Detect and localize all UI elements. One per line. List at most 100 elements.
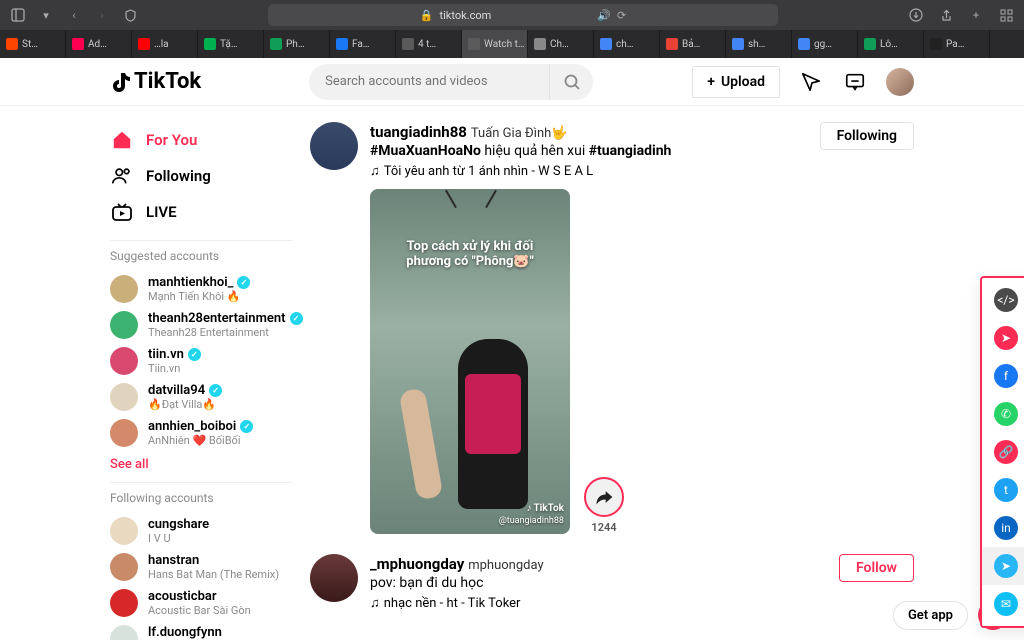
tabs-grid-icon[interactable] [996, 5, 1016, 25]
browser-tab[interactable]: Fa… [330, 30, 396, 58]
url-text: tiktok.com [440, 9, 492, 22]
share-option-icon: </> [994, 288, 1018, 312]
share-count: 1244 [591, 521, 616, 534]
browser-tab[interactable]: …la [132, 30, 198, 58]
share-button[interactable] [584, 477, 624, 517]
share-option[interactable]: inShare to LinkedIn [982, 509, 1024, 547]
address-bar[interactable]: 🔒 tiktok.com 🔊 ⟳ [268, 4, 778, 26]
watermark-logo: ♪ TikTok [526, 503, 564, 514]
browser-tab[interactable]: Tặ… [198, 30, 264, 58]
account-row[interactable]: acousticbarAcoustic Bar Sài Gòn [110, 585, 310, 621]
tab-label: Pa… [946, 39, 964, 50]
account-row[interactable]: theanh28entertainment✓Theanh28 Entertain… [110, 307, 310, 343]
account-username: tiin.vn✓ [148, 347, 201, 362]
search-button[interactable] [549, 64, 593, 100]
share-option[interactable]: ➤Send to friends [982, 319, 1024, 357]
browser-tab[interactable]: St… [0, 30, 66, 58]
post-username[interactable]: _mphuongday [370, 555, 464, 573]
reload-icon[interactable]: ⟳ [617, 9, 626, 22]
profile-avatar[interactable] [886, 68, 914, 96]
inbox-icon[interactable] [842, 69, 868, 95]
logo-text: TikTok [134, 69, 201, 94]
favicon [930, 38, 942, 50]
verified-badge-icon: ✓ [240, 420, 253, 433]
favicon [72, 38, 84, 50]
browser-toolbar: ▾ ‹ › 🔒 tiktok.com 🔊 ⟳ + [0, 0, 1024, 30]
share-option-icon: ✉ [994, 592, 1018, 616]
share-option[interactable]: fShare to Facebook [982, 357, 1024, 395]
browser-tab[interactable]: gg… [792, 30, 858, 58]
favicon [666, 38, 678, 50]
nav-following[interactable]: Following [110, 158, 310, 194]
share-option[interactable]: </>Embed [982, 281, 1024, 319]
share-option[interactable]: 🔗Copy link [982, 433, 1024, 471]
tab-label: 4 t… [418, 39, 436, 50]
account-row[interactable]: datvilla94✓🔥Đạt Villa🔥 [110, 379, 310, 415]
nav-for-you[interactable]: For You [110, 122, 310, 158]
messages-icon[interactable] [798, 69, 824, 95]
favicon [534, 38, 546, 50]
download-icon[interactable] [906, 5, 926, 25]
account-avatar [110, 347, 138, 375]
browser-tab[interactable]: ch… [594, 30, 660, 58]
account-row[interactable]: tiin.vn✓Tiin.vn [110, 343, 310, 379]
browser-tab[interactable]: Bả… [660, 30, 726, 58]
browser-tab[interactable]: Ch… [528, 30, 594, 58]
account-username: datvilla94✓ [148, 383, 222, 398]
browser-tab[interactable]: sh… [726, 30, 792, 58]
account-avatar [110, 517, 138, 545]
account-username: hanstran [148, 553, 279, 568]
browser-tab[interactable]: Watch t… [462, 30, 528, 58]
nav-live[interactable]: LIVE [110, 194, 310, 230]
nav-label: LIVE [146, 203, 177, 221]
post-username[interactable]: tuangiadinh88 [370, 123, 467, 141]
post-avatar[interactable] [310, 122, 358, 170]
tab-label: …la [154, 39, 169, 50]
post-caption: #MuaXuanHoaNo hiệu quả hên xui #tuangiad… [370, 143, 671, 159]
browser-tab[interactable]: Lô… [858, 30, 924, 58]
audio-icon[interactable]: 🔊 [597, 9, 611, 22]
video-player[interactable]: Top cách xử lý khi đối phương có "Phông🐷… [370, 189, 570, 534]
account-row[interactable]: hanstranHans Bat Man (The Remix) [110, 549, 310, 585]
browser-tab[interactable]: Pa… [924, 30, 990, 58]
share-option-icon: ➤ [994, 326, 1018, 350]
upload-button[interactable]: + Upload [692, 66, 780, 98]
logo[interactable]: TikTok [110, 69, 201, 94]
see-all-link[interactable]: See all [110, 457, 310, 472]
favicon [270, 38, 282, 50]
post-music[interactable]: ♫ nhạc nền - ht - Tik Toker [370, 595, 544, 611]
share-arrow-icon [594, 487, 614, 507]
browser-tab[interactable]: Ph… [264, 30, 330, 58]
sidebar-toggle-icon[interactable] [8, 5, 28, 25]
account-row[interactable]: cungshareI V U [110, 513, 310, 549]
share-option[interactable]: ✉Share to Email [982, 585, 1024, 623]
account-username: lf.duongfynn [148, 625, 222, 640]
back-icon[interactable]: ‹ [64, 5, 84, 25]
account-row[interactable]: lf.duongfynnduongfynn 🍑 [110, 621, 310, 640]
browser-tab[interactable]: 4 t… [396, 30, 462, 58]
favicon [864, 38, 876, 50]
search-input[interactable] [309, 64, 549, 100]
logo-icon [110, 70, 132, 94]
post-caption: pov: bạn đi du học [370, 575, 544, 591]
browser-tab[interactable]: Ad… [66, 30, 132, 58]
share-option[interactable]: ➤Share to Telegram [982, 547, 1024, 585]
chevron-down-icon[interactable]: ▾ [36, 5, 56, 25]
following-button[interactable]: Following [820, 122, 914, 150]
account-row[interactable]: annhien_boiboi✓AnNhiên ❤️ BốiBối [110, 415, 310, 451]
forward-icon[interactable]: › [92, 5, 112, 25]
share-icon[interactable] [936, 5, 956, 25]
shield-icon[interactable] [120, 5, 140, 25]
music-note-icon: ♫ [370, 163, 380, 179]
post-displayname: Tuấn Gia Đình🤟 [471, 126, 568, 141]
post-avatar[interactable] [310, 554, 358, 602]
home-icon [110, 129, 134, 151]
account-displayname: 🔥Đạt Villa🔥 [148, 398, 222, 411]
post-music[interactable]: ♫ Tôi yêu anh từ 1 ánh nhìn - W S E A L [370, 163, 671, 179]
follow-button[interactable]: Follow [839, 554, 914, 582]
plus-icon[interactable]: + [966, 5, 986, 25]
share-option[interactable]: tShare to Twitter [982, 471, 1024, 509]
account-row[interactable]: manhtienkhoi_✓Mạnh Tiến Khôi 🔥 [110, 271, 310, 307]
share-option[interactable]: ✆Share to WhatsApp [982, 395, 1024, 433]
get-app-button[interactable]: Get app [893, 601, 968, 630]
